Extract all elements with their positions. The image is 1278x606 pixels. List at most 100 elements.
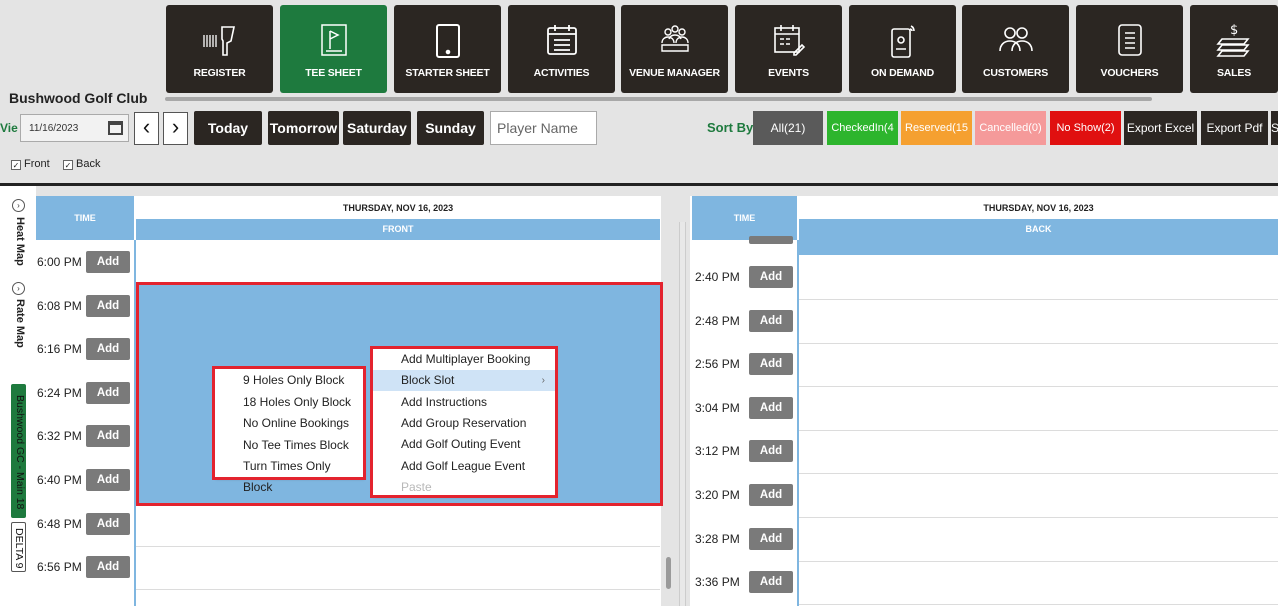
player-name-input[interactable]: Player Name (490, 111, 597, 145)
front-scrollbar-thumb[interactable] (666, 557, 671, 589)
table-row[interactable] (136, 503, 660, 547)
heat-map-tab[interactable]: Heat Map (14, 217, 26, 266)
front-time-header: TIME (36, 196, 134, 240)
toolbar-divider (0, 183, 1278, 186)
more-button[interactable]: S (1271, 111, 1278, 145)
add-booking-button[interactable]: Add (86, 512, 130, 535)
nav-label: EVENTS (768, 67, 809, 79)
front-section-header: FRONT (136, 219, 660, 240)
date-picker[interactable]: 11/16/2023 (20, 114, 129, 142)
nav-activities-button[interactable]: ACTIVITIES (508, 5, 615, 93)
table-row[interactable] (799, 387, 1278, 431)
front-checkbox[interactable]: ✓ Front (11, 158, 50, 170)
add-booking-button[interactable]: Add (749, 484, 793, 506)
add-booking-button[interactable]: Add (749, 396, 793, 419)
panel-splitter[interactable] (679, 222, 686, 606)
add-booking-button[interactable]: Add (86, 251, 130, 273)
tee-time: 2:48 PM (695, 313, 740, 328)
nav-label: CUSTOMERS (982, 67, 1049, 79)
course-tab-main-18[interactable]: Bushwood GC - Main 18 (11, 384, 26, 518)
submenu-highlight (212, 366, 366, 480)
table-row[interactable] (799, 430, 1278, 475)
tee-time: 3:20 PM (695, 488, 740, 502)
add-booking-button[interactable]: Add (749, 309, 793, 332)
nav-label: ACTIVITIES (533, 67, 590, 79)
export-pdf-button[interactable]: Export Pdf (1201, 111, 1268, 145)
front-date-header: THURSDAY, NOV 16, 2023 (136, 198, 660, 218)
partial-add-button[interactable] (749, 236, 793, 244)
nav-tee-sheet-button[interactable]: TEE SHEET (280, 5, 387, 93)
next-day-button[interactable]: › (163, 112, 188, 145)
nav-label: ON DEMAND (871, 67, 934, 79)
tee-time: 6:56 PM (37, 560, 82, 575)
add-booking-button[interactable]: Add (86, 469, 130, 491)
tee-time: 6:40 PM (37, 473, 82, 487)
nav-customers-button[interactable]: CUSTOMERS (962, 5, 1069, 93)
back-section-header: BACK (799, 219, 1278, 255)
add-booking-button[interactable]: Add (749, 440, 793, 463)
filter-cancelled-button[interactable]: Cancelled(0) (975, 111, 1046, 145)
tee-time: 6:08 PM (37, 298, 82, 313)
filter-no-show-button[interactable]: No Show(2) (1050, 111, 1121, 145)
add-booking-button[interactable]: Add (86, 381, 130, 404)
filter-all-button[interactable]: All(21) (753, 111, 823, 145)
tee-time: 2:56 PM (695, 357, 740, 372)
expand-rate-map-icon[interactable]: › (12, 282, 25, 295)
add-booking-button[interactable]: Add (86, 556, 130, 579)
course-tab-delta-9[interactable]: DELTA 9 (11, 522, 26, 572)
add-booking-button[interactable]: Add (749, 527, 793, 550)
tee-time: 6:24 PM (37, 385, 82, 400)
table-row[interactable] (799, 474, 1278, 518)
tomorrow-button[interactable]: Tomorrow (268, 111, 339, 145)
filter-checked-in-button[interactable]: CheckedIn(4 (827, 111, 898, 145)
nav-register-button[interactable]: REGISTER (166, 5, 273, 93)
add-booking-button[interactable]: Add (86, 294, 130, 317)
tee-time: 6:00 PM (37, 255, 82, 269)
nav-events-button[interactable]: EVENTS (735, 5, 842, 93)
nav-starter-sheet-button[interactable]: STARTER SHEET (394, 5, 501, 93)
date-value: 11/16/2023 (29, 123, 79, 134)
add-booking-button[interactable]: Add (749, 266, 793, 288)
front-checkbox-label: Front (24, 158, 50, 170)
nav-scrollbar[interactable] (165, 97, 1152, 101)
nav-vouchers-button[interactable]: VOUCHERS (1076, 5, 1183, 93)
add-booking-button[interactable]: Add (86, 425, 130, 448)
table-row[interactable] (799, 518, 1278, 562)
tee-time: 6:48 PM (37, 516, 82, 531)
table-row[interactable] (799, 561, 1278, 606)
saturday-button[interactable]: Saturday (343, 111, 411, 145)
nav-label: REGISTER (193, 67, 246, 79)
export-excel-button[interactable]: Export Excel (1124, 111, 1197, 145)
calendar-icon[interactable] (108, 121, 123, 135)
back-checkbox[interactable]: ✓ Back (63, 158, 100, 170)
filter-reserved-button[interactable]: Reserved(15 (901, 111, 972, 145)
tee-time: 2:40 PM (695, 270, 740, 284)
tee-time: 6:32 PM (37, 429, 82, 444)
add-booking-button[interactable]: Add (86, 338, 130, 361)
club-name: Bushwood Golf Club (9, 90, 148, 106)
table-row[interactable] (799, 256, 1278, 300)
context-menu-highlight (370, 346, 558, 498)
table-row[interactable] (799, 300, 1278, 344)
prev-day-button[interactable]: ‹ (134, 112, 159, 145)
back-checkbox-label: Back (76, 158, 101, 170)
side-rail: › Heat Map › Rate Map Bushwood GC - Main… (0, 186, 36, 606)
sunday-button[interactable]: Sunday (417, 111, 484, 145)
nav-label: VENUE MANAGER (629, 67, 720, 79)
add-booking-button[interactable]: Add (749, 353, 793, 376)
tee-time: 3:12 PM (695, 444, 740, 459)
table-row[interactable] (136, 546, 660, 591)
nav-on-demand-button[interactable]: ON DEMAND (849, 5, 956, 93)
sort-by-label: Sort By (707, 120, 754, 135)
today-button[interactable]: Today (194, 111, 262, 145)
add-booking-button[interactable]: Add (749, 571, 793, 594)
table-row[interactable] (136, 241, 660, 285)
tee-time: 3:04 PM (695, 400, 740, 415)
nav-sales-button[interactable]: $ SALES (1190, 5, 1278, 93)
tee-time: 3:36 PM (695, 575, 740, 590)
rate-map-tab[interactable]: Rate Map (14, 299, 26, 348)
expand-heat-map-icon[interactable]: › (12, 199, 25, 212)
app-root: REGISTER TEE SHEET STARTER SHEET ACTIVITIES… (0, 0, 1278, 606)
nav-venue-manager-button[interactable]: VENUE MANAGER (621, 5, 728, 93)
table-row[interactable] (799, 343, 1278, 388)
